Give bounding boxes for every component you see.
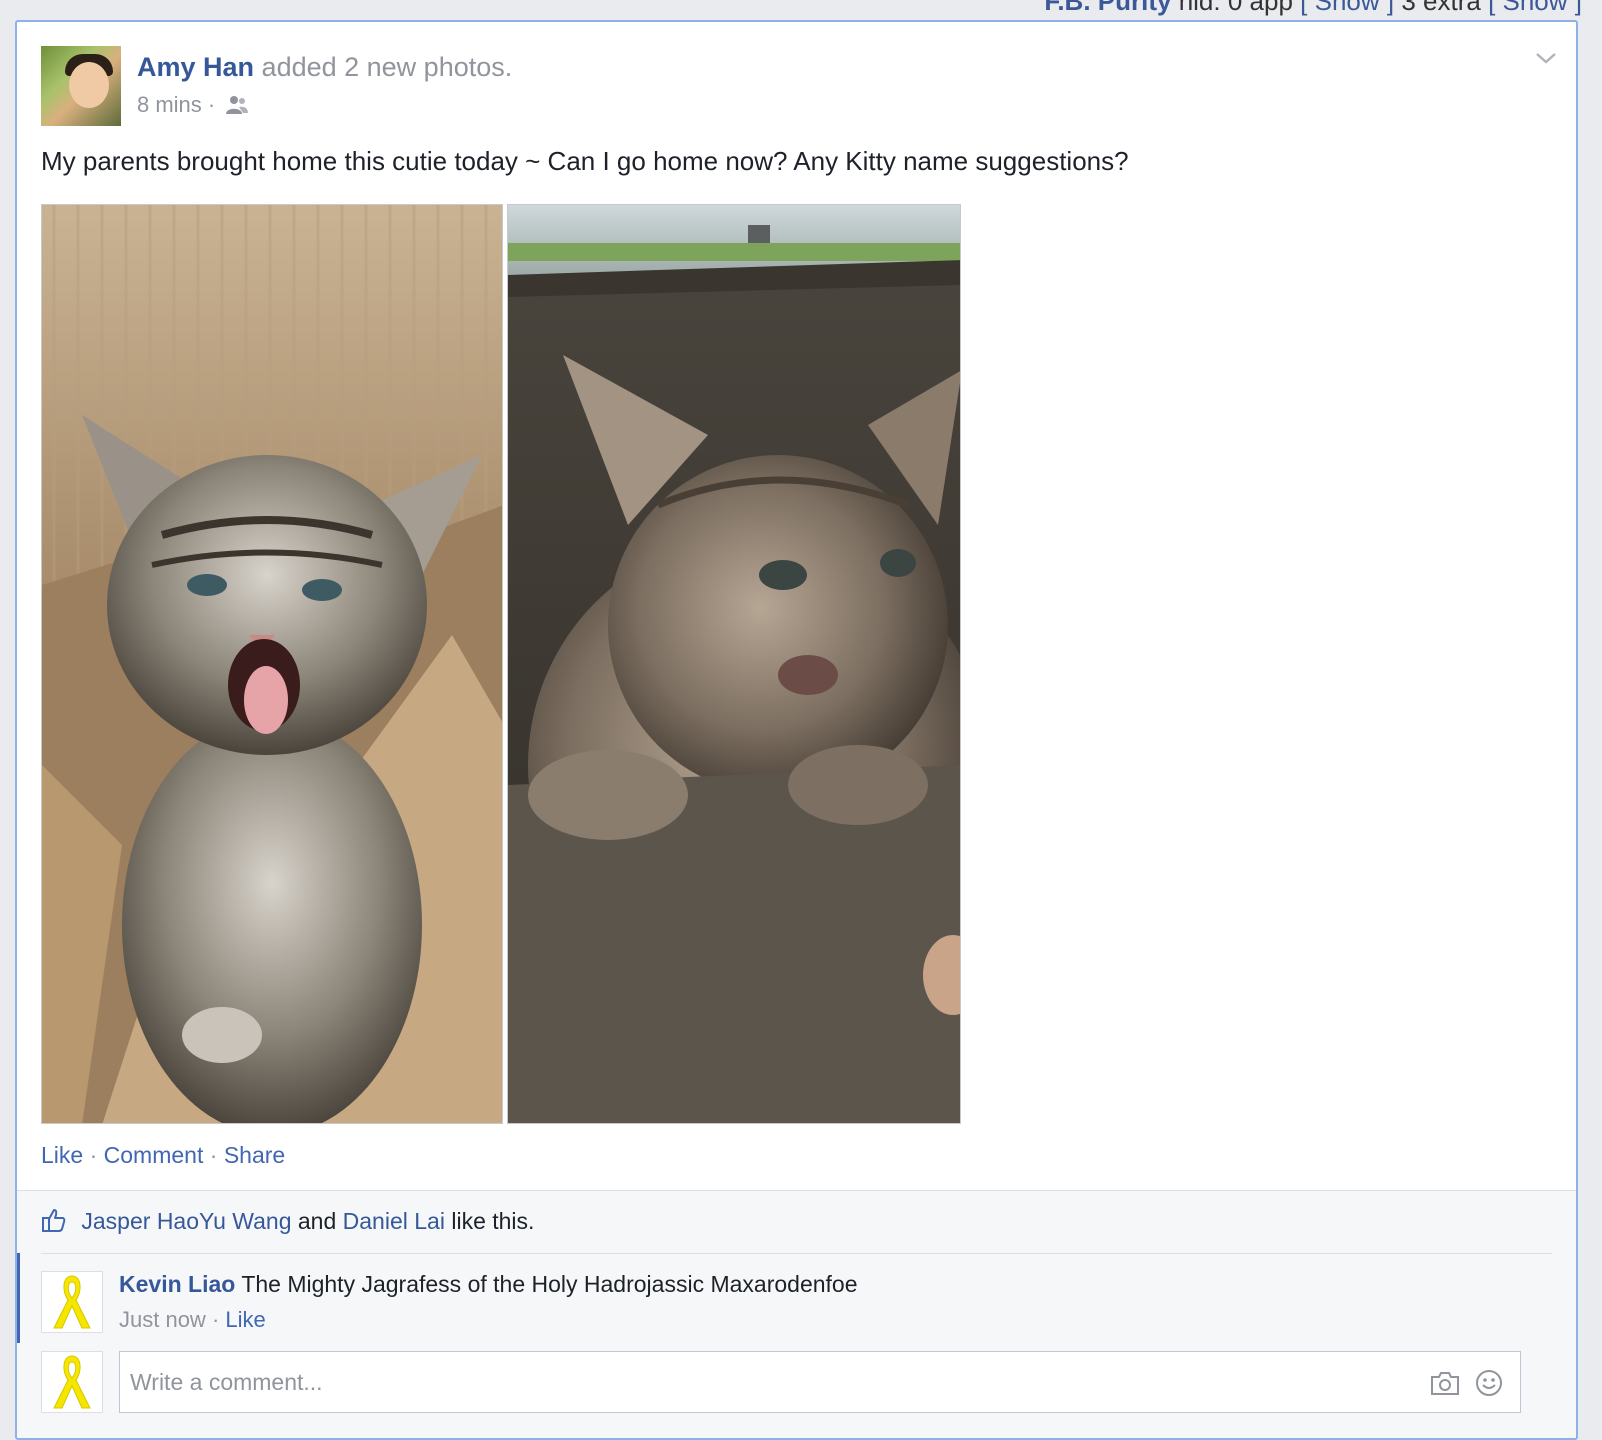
action-separator: ·: [209, 1142, 218, 1168]
likes-and-text: and: [297, 1208, 337, 1234]
action-separator: ·: [89, 1142, 98, 1168]
story-actions: Like · Comment · Share: [41, 1142, 285, 1169]
liker-link[interactable]: Jasper HaoYu Wang: [81, 1208, 291, 1234]
yellow-ribbon-icon: [53, 1275, 91, 1329]
comment-like-button[interactable]: Like: [225, 1307, 265, 1332]
feed-story: Amy Han added 2 new photos. 8 mins · My …: [15, 20, 1578, 1440]
fbpurity-hid-label: hid:: [1178, 0, 1221, 16]
story-meta: 8 mins ·: [137, 92, 249, 118]
comment-meta: Just now · Like: [119, 1307, 266, 1333]
comment-composer[interactable]: [119, 1351, 1521, 1413]
meta-separator: ·: [207, 92, 216, 117]
comment-button[interactable]: Comment: [104, 1142, 204, 1168]
likes-suffix: like this.: [451, 1208, 535, 1234]
fbpurity-title[interactable]: F.B. Purity: [1044, 0, 1171, 16]
story-timestamp[interactable]: 8 mins: [137, 92, 202, 117]
camera-icon[interactable]: [1430, 1370, 1460, 1396]
comment-separator: ·: [211, 1307, 220, 1332]
liker-link[interactable]: Daniel Lai: [343, 1208, 445, 1234]
commenter-avatar[interactable]: [41, 1271, 103, 1333]
ufi-section: Jasper HaoYu Wang and Daniel Lai like th…: [17, 1190, 1576, 1438]
divider: [41, 1253, 1552, 1254]
author-name-link[interactable]: Amy Han: [137, 52, 254, 82]
kitten-peeking-image: [508, 205, 960, 1123]
author-avatar[interactable]: [41, 46, 121, 126]
story-header: Amy Han added 2 new photos.: [137, 52, 512, 83]
chevron-down-icon[interactable]: [1534, 48, 1558, 68]
fbpurity-bar: F.B. Purity hid: 0 app [ Show ] 3 extra …: [0, 0, 1602, 20]
likes-summary: Jasper HaoYu Wang and Daniel Lai like th…: [41, 1207, 534, 1235]
fbpurity-status: F.B. Purity hid: 0 app [ Show ] 3 extra …: [1044, 0, 1582, 17]
post-text: My parents brought home this cutie today…: [41, 146, 1129, 176]
commenter-name-link[interactable]: Kevin Liao: [119, 1271, 235, 1297]
share-button[interactable]: Share: [224, 1142, 285, 1168]
kitten-meowing-image: [42, 205, 502, 1123]
fbpurity-show-extra-link[interactable]: [ Show ]: [1488, 0, 1582, 16]
yellow-ribbon-icon: [53, 1355, 91, 1409]
comment-text: The Mighty Jagrafess of the Holy Hadroja…: [241, 1271, 858, 1297]
fbpurity-show-apps-link[interactable]: [ Show ]: [1300, 0, 1394, 16]
fbpurity-extra-count: 3 extra: [1401, 0, 1481, 16]
story-action-text: added 2 new photos.: [261, 52, 513, 82]
photo-kitten-peeking[interactable]: [507, 204, 961, 1124]
emoji-icon[interactable]: [1474, 1368, 1504, 1398]
thumbs-up-icon: [42, 1209, 66, 1232]
like-button[interactable]: Like: [41, 1142, 83, 1168]
friends-icon[interactable]: [225, 95, 249, 115]
comment-body: Kevin Liao The Mighty Jagrafess of the Ho…: [119, 1271, 858, 1298]
fbpurity-apps-count: 0 app: [1227, 0, 1293, 16]
comment-input[interactable]: [128, 1364, 1412, 1400]
comment-timestamp[interactable]: Just now: [119, 1307, 206, 1332]
viewer-avatar: [41, 1351, 103, 1413]
photo-kitten-meowing[interactable]: [41, 204, 503, 1124]
new-comment-indicator: [17, 1253, 20, 1343]
avatar-face: [69, 62, 109, 108]
